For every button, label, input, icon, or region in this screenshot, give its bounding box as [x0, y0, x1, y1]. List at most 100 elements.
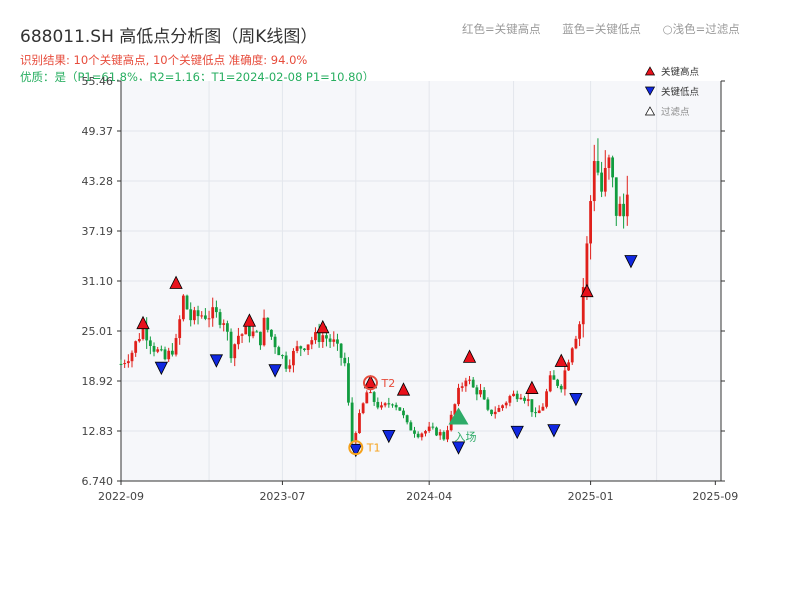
candle-body: [438, 432, 442, 436]
candle-body: [259, 331, 262, 346]
candle-body: [281, 355, 284, 357]
candle-body: [332, 339, 336, 342]
y-tick-label: 49.37: [82, 125, 114, 138]
candle-body: [336, 339, 339, 344]
candle-body: [442, 432, 446, 440]
candle-body: [380, 405, 383, 408]
candle-body: [589, 201, 592, 244]
candle-body: [225, 323, 229, 332]
candle-body: [310, 340, 314, 345]
candle-body: [339, 343, 343, 358]
candle-body: [361, 403, 365, 414]
candle-body: [387, 403, 391, 405]
candle-body: [236, 335, 240, 345]
candle-body: [523, 397, 526, 401]
candle-body: [372, 392, 376, 402]
candle-body: [383, 403, 387, 406]
legend-low-label: 关键低点: [661, 86, 700, 98]
candle-body: [163, 349, 167, 360]
y-tick-label: 43.28: [82, 175, 114, 188]
candle-body: [446, 430, 449, 440]
candle-body: [152, 346, 156, 352]
y-tick-label: 31.10: [82, 275, 114, 288]
candle-body: [369, 392, 372, 394]
legend-high-label: 关键高点: [661, 66, 700, 78]
candle-body: [303, 348, 306, 350]
candle-body: [578, 324, 581, 339]
candle-body: [501, 405, 504, 409]
candle-body: [482, 390, 486, 400]
candle-body: [321, 335, 325, 343]
candle-body: [178, 319, 182, 339]
candle-body: [424, 431, 427, 434]
candle-body: [515, 393, 519, 400]
candle-body: [156, 349, 160, 352]
candle-body: [365, 392, 369, 404]
candle-body: [416, 433, 420, 438]
candle-body: [592, 161, 596, 202]
candle-body: [508, 396, 512, 403]
candle-body: [174, 338, 178, 355]
candle-body: [207, 318, 211, 320]
candle-body: [394, 404, 398, 408]
candle-body: [468, 379, 471, 381]
candle-body: [464, 380, 468, 387]
candle-body: [625, 194, 629, 217]
candle-body: [435, 427, 438, 436]
candle-body: [159, 349, 163, 351]
candle-body: [288, 365, 292, 369]
y-tick-label: 18.92: [82, 375, 114, 388]
candle-body: [486, 399, 490, 410]
candle-body: [325, 335, 328, 339]
candle-body: [504, 402, 508, 406]
candle-body: [196, 310, 200, 317]
candle-body: [460, 386, 464, 388]
y-tick-label: 37.19: [82, 225, 114, 238]
candle-body: [317, 332, 321, 343]
candle-body: [292, 350, 295, 366]
candle-body: [431, 426, 435, 428]
candle-body: [130, 352, 134, 362]
y-tick-label: 6.740: [82, 475, 114, 488]
x-tick-label: 2024-04: [406, 490, 452, 503]
x-tick-label: 2025-09: [692, 490, 738, 503]
candle-body: [402, 410, 405, 416]
candle-body: [479, 390, 482, 395]
candle-body: [148, 340, 152, 347]
x-tick-label: 2022-09: [98, 490, 144, 503]
candle-body: [262, 317, 266, 346]
legend-filtered-label: 过滤点: [661, 106, 690, 118]
candle-body: [541, 406, 545, 411]
candle-body: [603, 167, 607, 192]
candle-body: [270, 329, 273, 337]
t1-label: T1: [366, 442, 381, 455]
candle-body: [596, 161, 600, 173]
candle-body: [251, 331, 255, 337]
candle-body: [244, 326, 248, 335]
candle-body: [347, 363, 350, 403]
candle-body: [427, 426, 431, 432]
candle-body: [211, 307, 215, 319]
candle-body: [284, 355, 288, 369]
candle-body: [512, 393, 515, 397]
candle-body: [134, 341, 138, 353]
candle-body: [328, 338, 332, 342]
y-tick-label: 55.46: [82, 75, 114, 88]
x-tick-label: 2025-01: [568, 490, 614, 503]
candle-body: [192, 310, 196, 321]
candle-body: [420, 433, 424, 438]
candle-body: [534, 412, 537, 414]
candle-body: [611, 157, 615, 178]
entry-label: 入场: [455, 429, 477, 443]
candle-body: [545, 391, 548, 407]
candle-body: [240, 334, 244, 336]
candle-body: [559, 385, 563, 390]
candle-body: [570, 348, 574, 363]
candle-body: [170, 350, 174, 355]
candle-body: [548, 375, 552, 392]
candle-body: [229, 331, 233, 359]
candle-body: [556, 379, 559, 386]
y-tick-label: 12.83: [82, 425, 114, 438]
candle-body: [526, 399, 530, 401]
candle-body: [585, 243, 589, 288]
